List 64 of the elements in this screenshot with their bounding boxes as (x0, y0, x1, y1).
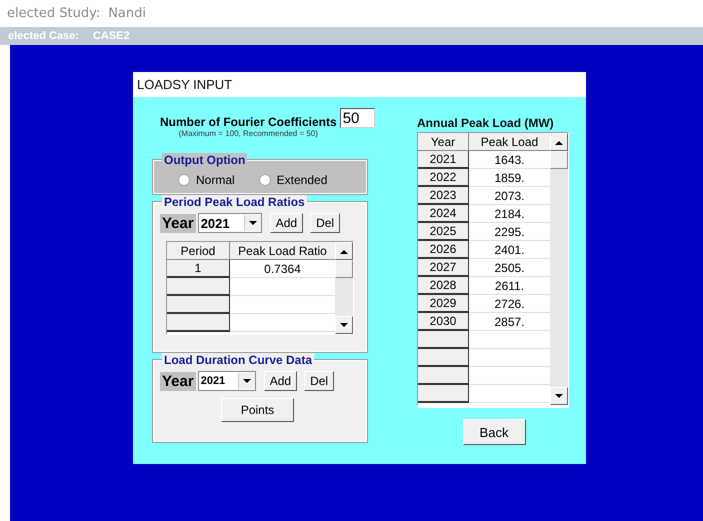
points-button[interactable]: Points (221, 398, 294, 422)
scroll-down-button[interactable] (335, 316, 353, 334)
delete-button[interactable]: Del (304, 371, 334, 391)
group-title: Output Option (162, 153, 248, 167)
row-header (167, 278, 230, 296)
study-label: elected Study: (7, 6, 100, 21)
caret-icon (248, 220, 257, 226)
column-header: Period (167, 242, 230, 260)
scroll-thumb[interactable] (550, 151, 568, 169)
scroll-down-button[interactable] (550, 387, 568, 405)
column-header: Year (418, 133, 469, 151)
scroll-thumb[interactable] (335, 260, 353, 278)
row-header: 2028 (418, 277, 469, 295)
triangle-down-icon (340, 322, 348, 328)
scrollbar[interactable] (550, 133, 568, 405)
year-dropdown[interactable]: 2021 (198, 371, 256, 391)
row-header (418, 349, 469, 367)
year-label: Year (160, 372, 196, 390)
scroll-up-button[interactable] (550, 133, 568, 151)
add-button[interactable]: Add (264, 371, 298, 391)
dropdown-value: 2021 (200, 216, 231, 230)
case-label: elected Case: (8, 30, 79, 42)
row-header (418, 331, 469, 349)
row-header (418, 367, 469, 385)
field-label: Number of Fourier Coefficients (160, 115, 337, 129)
row-header: 2021 (418, 151, 469, 169)
back-button[interactable]: Back (462, 419, 526, 445)
caret-icon (242, 378, 251, 384)
row-header (167, 296, 230, 314)
option-label: Normal (196, 173, 235, 187)
triangle-up-icon (555, 140, 563, 144)
row-header: 2025 (418, 223, 469, 241)
row-header: 2023 (418, 187, 469, 205)
scrollbar[interactable] (335, 242, 353, 334)
scroll-up-button[interactable] (335, 242, 353, 260)
dialog-title: LOADSY INPUT (137, 77, 232, 92)
row-header: 2030 (418, 313, 469, 331)
row-header: 2029 (418, 295, 469, 313)
table-title: Annual Peak Load (MW) (417, 116, 554, 130)
triangle-up-icon (340, 248, 348, 254)
option-label: Extended (276, 173, 328, 187)
column-header: Peak Load Ratio (230, 242, 335, 260)
column-header: Peak Load (469, 133, 550, 151)
row-header: 1 (167, 260, 230, 278)
year-dropdown[interactable]: 2021 (198, 213, 262, 233)
study-name: Nandi (108, 6, 146, 21)
dropdown-value: 2021 (200, 375, 226, 387)
radio-button[interactable] (258, 174, 271, 186)
row-header: 2024 (418, 205, 469, 223)
coefficients-input[interactable]: 50 (340, 108, 375, 128)
group-title: Load Duration Curve Data (162, 353, 314, 367)
row-header (167, 314, 230, 332)
case-name: CASE2 (92, 30, 130, 42)
triangle-down-icon (555, 394, 563, 398)
year-label: Year (160, 214, 196, 232)
delete-button[interactable]: Del (310, 213, 340, 233)
row-header: 2026 (418, 241, 469, 259)
radio-button[interactable] (178, 174, 190, 186)
row-header: 2027 (418, 259, 469, 277)
group-title: Period Peak Load Ratios (162, 195, 307, 209)
add-button[interactable]: Add (270, 213, 304, 233)
hint-text: (Maximum = 100, Recommended = 50) (178, 129, 318, 138)
row-header: 2022 (418, 169, 469, 187)
row-header (418, 385, 469, 403)
